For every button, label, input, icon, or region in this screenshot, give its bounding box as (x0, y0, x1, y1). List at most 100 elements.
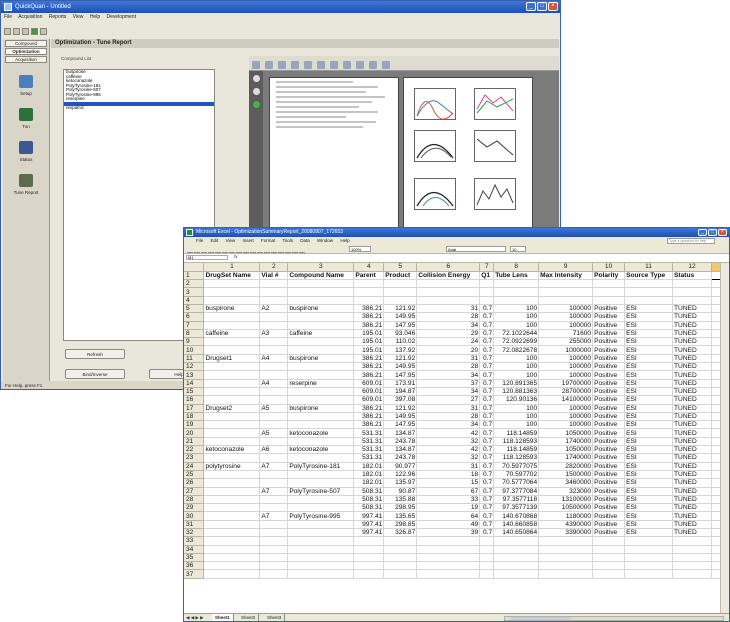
table-cell[interactable]: Positive (592, 321, 626, 330)
table-cell[interactable] (287, 279, 355, 289)
table-cell[interactable] (287, 370, 355, 380)
table-cell[interactable]: 255000 (538, 337, 594, 347)
table-cell[interactable]: 134.87 (383, 428, 418, 438)
menu-edit[interactable]: Edit (211, 238, 219, 243)
table-cell[interactable] (592, 536, 626, 546)
table-cell[interactable]: 149.95 (383, 362, 418, 372)
table-cell[interactable] (416, 545, 481, 554)
table-cell[interactable]: 386.21 (353, 420, 385, 430)
table-cell[interactable]: 323000 (538, 487, 594, 496)
table-cell[interactable]: 386.21 (353, 321, 385, 330)
table-cell[interactable] (287, 553, 355, 563)
column-title-cell[interactable]: Collision Energy (416, 271, 481, 281)
table-cell[interactable]: TUNED (672, 520, 712, 530)
table-cell[interactable] (259, 362, 289, 372)
table-cell[interactable] (287, 495, 355, 505)
table-cell[interactable]: TUNED (672, 395, 712, 405)
table-cell[interactable]: 31 (416, 404, 481, 413)
table-cell[interactable]: 149.95 (383, 312, 418, 322)
zoom-in-icon[interactable] (343, 61, 351, 69)
row-header[interactable]: 8 (184, 329, 205, 339)
table-cell[interactable]: Positive (592, 520, 626, 530)
tab-sheet1[interactable]: Sheet1 (212, 614, 234, 621)
table-cell[interactable] (416, 536, 481, 546)
table-cell[interactable] (203, 470, 261, 480)
column-title-cell[interactable]: Polarity (592, 271, 626, 281)
table-cell[interactable] (479, 296, 495, 306)
table-cell[interactable] (538, 536, 594, 546)
select-all-corner[interactable] (184, 263, 205, 272)
table-cell[interactable]: 100 (493, 312, 540, 322)
table-cell[interactable]: 31 (416, 304, 481, 314)
table-cell[interactable] (259, 545, 289, 554)
table-cell[interactable]: 0.7 (479, 503, 495, 513)
column-title-cell[interactable]: Parent (353, 271, 385, 281)
table-cell[interactable]: 34 (416, 370, 481, 380)
table-cell[interactable]: TUNED (672, 462, 712, 471)
row-header[interactable]: 33 (184, 536, 205, 546)
menu-help[interactable]: Help (340, 238, 349, 243)
table-cell[interactable] (259, 470, 289, 480)
tab-optimization[interactable]: Optimization (5, 48, 47, 55)
table-cell[interactable] (416, 569, 481, 579)
table-cell[interactable]: 15 (416, 478, 481, 488)
table-cell[interactable] (203, 536, 261, 546)
table-cell[interactable]: 100 (493, 362, 540, 372)
row-header[interactable]: 26 (184, 478, 205, 488)
table-cell[interactable]: TUNED (672, 495, 712, 505)
table-cell[interactable] (383, 536, 418, 546)
table-cell[interactable]: 173.91 (383, 379, 418, 388)
table-cell[interactable] (493, 561, 540, 571)
table-cell[interactable]: 70.5777064 (493, 478, 540, 488)
table-cell[interactable]: 0.7 (479, 321, 495, 330)
table-cell[interactable]: 0.7 (479, 445, 495, 455)
column-header[interactable]: 11 (624, 263, 674, 272)
table-cell[interactable]: 609.01 (353, 379, 385, 388)
table-cell[interactable]: 0.7 (479, 528, 495, 538)
table-cell[interactable]: reserpine (287, 379, 355, 388)
column-header[interactable]: 3 (287, 263, 355, 272)
table-cell[interactable]: 1740000 (538, 437, 594, 447)
column-header[interactable]: 7 (479, 263, 495, 272)
table-cell[interactable]: TUNED (672, 437, 712, 447)
fx-icon[interactable]: fx (234, 254, 238, 259)
table-cell[interactable]: ESI (624, 379, 674, 388)
table-cell[interactable]: 195.01 (353, 329, 385, 339)
table-cell[interactable]: 121.92 (383, 354, 418, 364)
table-cell[interactable]: 1740000 (538, 453, 594, 463)
table-cell[interactable]: ESI (624, 520, 674, 530)
table-cell[interactable]: 0.7 (479, 329, 495, 339)
table-cell[interactable] (287, 545, 355, 554)
table-cell[interactable]: 0.7 (479, 395, 495, 405)
table-cell[interactable]: TUNED (672, 362, 712, 372)
table-cell[interactable] (493, 553, 540, 563)
row-header[interactable]: 23 (184, 453, 205, 463)
table-cell[interactable]: ESI (624, 304, 674, 314)
table-cell[interactable]: 298.95 (383, 503, 418, 513)
table-cell[interactable]: 135.65 (383, 511, 418, 521)
table-cell[interactable] (203, 553, 261, 563)
table-cell[interactable]: Positive (592, 354, 626, 364)
table-cell[interactable]: 182.01 (353, 462, 385, 471)
table-cell[interactable]: 28700000 (538, 387, 594, 397)
table-cell[interactable] (624, 296, 674, 306)
row-header[interactable]: 29 (184, 503, 205, 513)
table-cell[interactable]: ESI (624, 354, 674, 364)
table-cell[interactable]: 100 (493, 304, 540, 314)
table-cell[interactable] (624, 553, 674, 563)
column-title-cell[interactable]: Source Type (624, 271, 674, 281)
nav-setup[interactable]: Setup (3, 75, 49, 96)
run-icon[interactable] (31, 28, 38, 35)
table-cell[interactable]: ESI (624, 337, 674, 347)
table-cell[interactable]: TUNED (672, 387, 712, 397)
column-title-cell[interactable]: Product (383, 271, 418, 281)
bind-inverse-button[interactable]: Bind/Inverse (65, 369, 125, 379)
table-cell[interactable] (383, 561, 418, 571)
table-cell[interactable] (479, 569, 495, 579)
table-cell[interactable] (624, 287, 674, 297)
table-cell[interactable]: TUNED (672, 470, 712, 480)
table-cell[interactable] (383, 279, 418, 289)
row-header[interactable]: 16 (184, 395, 205, 405)
column-title-cell[interactable]: Tube Lens (493, 271, 540, 281)
table-cell[interactable]: buspirone (287, 404, 355, 413)
